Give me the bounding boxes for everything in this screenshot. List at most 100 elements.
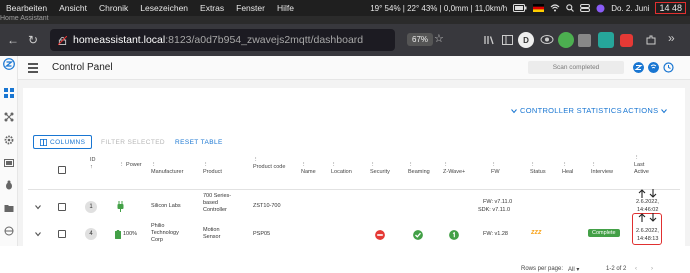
- extension-check-icon[interactable]: [558, 32, 574, 48]
- history-icon[interactable]: [663, 62, 674, 73]
- col-header-interview[interactable]: ⋮ Interview: [591, 162, 613, 176]
- prev-page-icon[interactable]: ‹: [635, 266, 637, 272]
- node-id-badge: 1: [85, 201, 97, 213]
- address-bar[interactable]: homeassistant.local:8123/a0d7b954_zwavej…: [50, 29, 444, 51]
- extensions-icon[interactable]: [645, 34, 657, 46]
- settings-gear-icon[interactable]: [4, 135, 14, 145]
- zwave-plus-v1-icon: [449, 230, 459, 240]
- col-header-fw[interactable]: ⋮ FW: [491, 162, 500, 176]
- col-header-zwave-plus[interactable]: ⋮ Z-Wave+: [443, 162, 465, 176]
- reset-table-button[interactable]: RESET TABLE: [169, 135, 229, 149]
- pocket-icon[interactable]: [620, 34, 633, 47]
- col-header-manufacturer[interactable]: ⋮ Manufacturer: [151, 162, 183, 176]
- siri-icon[interactable]: [596, 4, 605, 13]
- menu-lesezeichen[interactable]: Lesezeichen: [134, 3, 194, 13]
- wifi-icon[interactable]: [550, 4, 560, 12]
- zwave-status-icon[interactable]: [633, 62, 644, 73]
- debug-bug-icon[interactable]: [4, 180, 14, 190]
- product-code-cell: PSP05: [253, 231, 271, 237]
- zoom-indicator[interactable]: 67%: [407, 33, 434, 46]
- sdk-cell: SDK: v7.11.0: [478, 207, 510, 213]
- menu-chronik[interactable]: Chronik: [93, 3, 134, 13]
- columns-icon: [40, 138, 47, 146]
- last-active-date: 2.6.2022,: [636, 199, 659, 205]
- zwavejs-app: Control Panel Scan completed CONTROLLER …: [0, 56, 690, 273]
- pagination-range: 1-2 of 2: [606, 266, 627, 272]
- scenes-icon[interactable]: [4, 158, 14, 168]
- menu-hilfe[interactable]: Hilfe: [271, 3, 300, 13]
- expand-row-chevron-icon[interactable]: [34, 230, 42, 238]
- beaming-check-icon: [413, 230, 423, 240]
- col-header-name[interactable]: ⋮ Name: [301, 162, 316, 176]
- mesh-icon[interactable]: [4, 226, 14, 236]
- bookmark-star-icon[interactable]: ☆: [434, 32, 444, 45]
- fw-cell: FW: v7.11.0: [483, 199, 513, 205]
- actions-button[interactable]: ACTIONS: [623, 106, 668, 115]
- nodes-table-card: CONTROLLER STATISTICS ACTIONS COLUMNS FI…: [23, 88, 685, 273]
- product-cell-line1: 700 Series-: [203, 193, 232, 199]
- select-all-checkbox[interactable]: [58, 166, 66, 174]
- eye-extension-icon[interactable]: [540, 34, 554, 45]
- menu-bearbeiten[interactable]: Bearbeiten: [0, 3, 53, 13]
- col-header-product-code[interactable]: ⋮ Product code: [253, 157, 287, 171]
- col-header-product[interactable]: ⋮ Product: [203, 162, 222, 176]
- menu-ansicht[interactable]: Ansicht: [53, 3, 93, 13]
- col-header-status[interactable]: ⋮ Status: [530, 162, 546, 176]
- menubar-date[interactable]: Do. 2. Juni: [611, 4, 649, 13]
- node-id-badge: 4: [85, 228, 97, 240]
- main-content: CONTROLLER STATISTICS ACTIONS COLUMNS FI…: [18, 80, 690, 273]
- rows-per-page-select[interactable]: All ▾: [568, 266, 579, 273]
- sidebar-toggle-icon[interactable]: [502, 35, 513, 45]
- control-center-icon[interactable]: [580, 4, 591, 12]
- col-header-location[interactable]: ⋮ Location: [331, 162, 352, 176]
- lock-icon: [58, 35, 67, 45]
- fw-cell: FW: v1.28: [483, 231, 508, 237]
- battery-level: 100%: [123, 231, 138, 237]
- search-icon[interactable]: [566, 4, 575, 12]
- mains-power-plug-icon: [117, 201, 124, 212]
- library-icon[interactable]: [484, 35, 494, 45]
- store-folder-icon[interactable]: [4, 203, 14, 213]
- col-header-beaming[interactable]: ⋮ Beaming: [408, 162, 430, 176]
- row-checkbox[interactable]: [58, 203, 66, 211]
- row-checkbox[interactable]: [58, 230, 66, 238]
- next-page-icon[interactable]: ›: [651, 266, 653, 272]
- battery-full-icon: [115, 230, 121, 239]
- product-cell-line2: Sensor: [203, 234, 221, 240]
- expand-icon: [511, 108, 517, 113]
- columns-button[interactable]: COLUMNS: [33, 135, 93, 149]
- col-header-security[interactable]: ⋮ Security: [370, 162, 390, 176]
- control-panel-icon[interactable]: [4, 88, 14, 98]
- back-icon[interactable]: ←: [6, 33, 20, 47]
- network-graph-icon[interactable]: [4, 112, 14, 122]
- filter-selected-button[interactable]: FILTER SELECTED: [95, 135, 171, 149]
- controller-statistics-button[interactable]: CONTROLLER STATISTICS: [511, 106, 622, 115]
- sort-arrows-icon[interactable]: [638, 189, 658, 198]
- extension-grid-icon[interactable]: [578, 34, 591, 47]
- overflow-menu-icon[interactable]: »: [668, 31, 675, 45]
- app-header: Control Panel Scan completed: [18, 56, 690, 80]
- mqtt-status-icon[interactable]: [648, 62, 659, 73]
- menu-fenster[interactable]: Fenster: [230, 3, 271, 13]
- expand-row-chevron-icon[interactable]: [34, 203, 42, 211]
- col-header-heal[interactable]: ⋮ Heal: [562, 162, 573, 176]
- extension-d-icon[interactable]: D: [518, 32, 534, 48]
- sort-arrows-icon[interactable]: [638, 213, 658, 222]
- extension-teal-icon[interactable]: [598, 32, 614, 48]
- flag-icon[interactable]: [533, 4, 545, 12]
- tab-home-assistant[interactable]: Home Assistant: [0, 15, 49, 22]
- url-path: :8123/a0d7b954_zwavejs2mqtt/dashboard: [165, 34, 364, 46]
- menu-extras[interactable]: Extras: [194, 3, 230, 13]
- zwave-logo-icon[interactable]: [3, 58, 15, 70]
- chevron-down-icon: [661, 108, 668, 113]
- reload-icon[interactable]: ↻: [26, 33, 40, 47]
- manufacturer-cell: Silicon Labs: [151, 203, 181, 209]
- col-header-power[interactable]: ⋮ Power: [119, 162, 142, 169]
- col-header-id[interactable]: ID ↑: [90, 157, 96, 171]
- weather-status[interactable]: 19° 54% | 22° 43% | 0,0mm | 11,0km/h: [370, 4, 507, 13]
- interview-status-badge: Complete: [588, 229, 620, 237]
- battery-icon[interactable]: [513, 4, 527, 12]
- menubar-clock[interactable]: 14 48: [655, 2, 686, 14]
- col-header-last-active[interactable]: ⋮ Last Active: [634, 155, 656, 176]
- hamburger-menu-icon[interactable]: [28, 63, 38, 75]
